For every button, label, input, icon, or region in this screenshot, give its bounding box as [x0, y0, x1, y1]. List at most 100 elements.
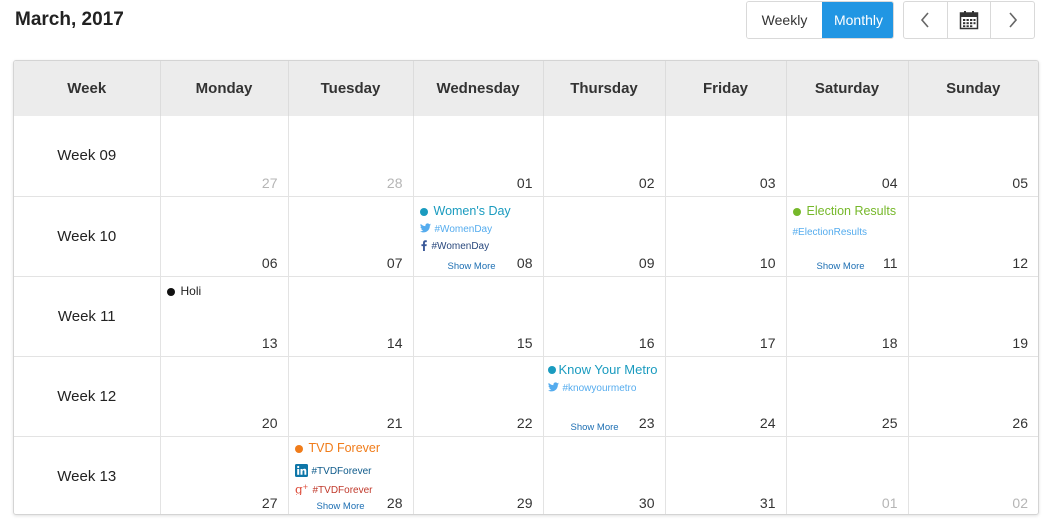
- day-number: 22: [516, 414, 533, 431]
- day-number: 23: [638, 414, 655, 431]
- day-cell[interactable]: 27: [159, 435, 288, 514]
- day-cell[interactable]: 10: [664, 195, 786, 276]
- day-cell[interactable]: 27: [159, 116, 288, 196]
- event-title-row: Election Results: [792, 204, 904, 218]
- linkedin-icon: [294, 463, 312, 480]
- day-number: 21: [386, 414, 403, 431]
- page-title: March, 2017: [15, 9, 124, 30]
- day-number: 01: [516, 174, 533, 191]
- next-button[interactable]: [990, 2, 1034, 38]
- day-cell[interactable]: Women's Day #WomenDay #WomenDay Show Mor…: [412, 195, 543, 276]
- calendar-icon: [959, 10, 979, 30]
- day-cell[interactable]: 05: [907, 116, 1038, 196]
- day-cell[interactable]: 09: [542, 195, 665, 276]
- day-cell[interactable]: 18: [785, 275, 908, 356]
- week-row: Week 10 06 07 Women's Day #WomenDay #Wom…: [14, 195, 1038, 276]
- day-cell[interactable]: 01: [412, 116, 543, 196]
- event-dot-icon: [792, 207, 801, 216]
- day-cell[interactable]: 31: [664, 435, 786, 514]
- day-cell[interactable]: Election Results #ElectionResults Show M…: [785, 195, 908, 276]
- event-title-row: Holi: [166, 283, 284, 298]
- day-cell[interactable]: 02: [907, 435, 1038, 514]
- day-cell[interactable]: 14: [287, 275, 413, 356]
- day-cell[interactable]: 22: [412, 355, 543, 436]
- day-number: 10: [759, 254, 776, 271]
- day-cell[interactable]: 02: [542, 116, 665, 196]
- day-cell[interactable]: 17: [664, 275, 786, 356]
- hashtag[interactable]: #ElectionResults: [793, 227, 904, 238]
- day-number: 15: [516, 334, 533, 351]
- column-header-monday: Monday: [159, 61, 288, 116]
- event-title: Women's Day: [433, 203, 511, 218]
- month-calendar: Week Monday Tuesday Wednesday Thursday F…: [13, 60, 1039, 515]
- monthly-view-button[interactable]: Monthly: [822, 2, 893, 38]
- day-cell[interactable]: 26: [907, 355, 1038, 436]
- event-election-results[interactable]: Election Results #ElectionResults: [792, 204, 904, 238]
- tag-text: #WomenDay: [431, 241, 490, 252]
- day-number: 29: [516, 495, 533, 511]
- day-number: 14: [386, 334, 403, 351]
- googleplus-icon: g +: [295, 482, 313, 498]
- twitter-tag[interactable]: #WomenDay: [419, 222, 539, 236]
- event-holi[interactable]: Holi: [166, 283, 284, 298]
- column-header-friday: Friday: [664, 61, 786, 116]
- view-toggle: Weekly Monthly: [746, 1, 894, 39]
- day-cell[interactable]: 19: [907, 275, 1038, 356]
- day-cell[interactable]: 16: [542, 275, 665, 356]
- day-cell[interactable]: 29: [412, 435, 543, 514]
- day-number: 26: [1012, 414, 1028, 431]
- day-number: 04: [881, 174, 898, 191]
- chevron-right-icon: [1008, 12, 1018, 28]
- day-number: 16: [638, 334, 655, 351]
- day-number: 08: [516, 254, 533, 271]
- event-dot-icon: [547, 366, 556, 374]
- day-cell[interactable]: 21: [287, 355, 413, 436]
- week-label: Week 10: [14, 195, 160, 276]
- day-cell[interactable]: 01: [785, 435, 908, 514]
- day-cell[interactable]: TVD Forever #TVDForever g + #TVDForever S…: [287, 435, 413, 514]
- column-header-week: Week: [14, 61, 160, 116]
- day-number: 20: [261, 414, 278, 431]
- linkedin-tag[interactable]: #TVDForever: [294, 463, 409, 480]
- show-more-link[interactable]: Show More: [317, 501, 365, 512]
- day-cell[interactable]: 24: [664, 355, 786, 436]
- show-more-link[interactable]: Show More: [817, 261, 865, 272]
- day-cell[interactable]: 30: [542, 435, 665, 514]
- tag-text: #WomenDay: [434, 223, 493, 235]
- day-number: 02: [638, 174, 655, 191]
- facebook-tag[interactable]: #WomenDay: [420, 239, 539, 254]
- previous-button[interactable]: [904, 2, 947, 38]
- event-womens-day[interactable]: Women's Day #WomenDay #WomenDay: [419, 203, 539, 254]
- day-number: 12: [1012, 254, 1028, 271]
- day-cell[interactable]: Holi 13: [159, 275, 288, 356]
- day-cell[interactable]: Know Your Metro #knowyourmetro Show More…: [542, 355, 665, 436]
- day-cell[interactable]: 07: [287, 195, 413, 276]
- event-know-your-metro[interactable]: Know Your Metro #knowyourmetro: [547, 361, 661, 395]
- day-number: 11: [882, 254, 898, 271]
- twitter-icon: [419, 222, 435, 236]
- day-number: 27: [261, 495, 278, 511]
- event-tvd-forever[interactable]: TVD Forever #TVDForever g + #TVDForever: [294, 441, 409, 498]
- week-row: Week 09 27 28 01 02 03 04 05: [14, 116, 1038, 196]
- show-more-link[interactable]: Show More: [448, 261, 496, 272]
- day-number: 01: [881, 495, 898, 511]
- day-cell[interactable]: 12: [907, 195, 1038, 276]
- event-title: Holi: [180, 283, 202, 298]
- twitter-tag[interactable]: #knowyourmetro: [547, 381, 661, 395]
- weekly-view-button[interactable]: Weekly: [747, 2, 822, 38]
- day-cell[interactable]: 20: [159, 355, 288, 436]
- event-title-row: Women's Day: [419, 203, 539, 218]
- day-number: 02: [1012, 495, 1028, 511]
- column-header-thursday: Thursday: [542, 61, 665, 116]
- day-cell[interactable]: 28: [287, 116, 413, 196]
- day-cell[interactable]: 04: [785, 116, 908, 196]
- day-cell[interactable]: 25: [785, 355, 908, 436]
- day-cell[interactable]: 06: [159, 195, 288, 276]
- twitter-icon: [547, 381, 563, 395]
- day-cell[interactable]: 15: [412, 275, 543, 356]
- show-more-link[interactable]: Show More: [571, 422, 619, 433]
- event-title: Know Your Metro: [558, 361, 658, 377]
- day-cell[interactable]: 03: [664, 116, 786, 196]
- calendar-picker-button[interactable]: [946, 2, 991, 38]
- week-row: Week 13 27 TVD Forever #TVDForever g + #…: [14, 435, 1038, 514]
